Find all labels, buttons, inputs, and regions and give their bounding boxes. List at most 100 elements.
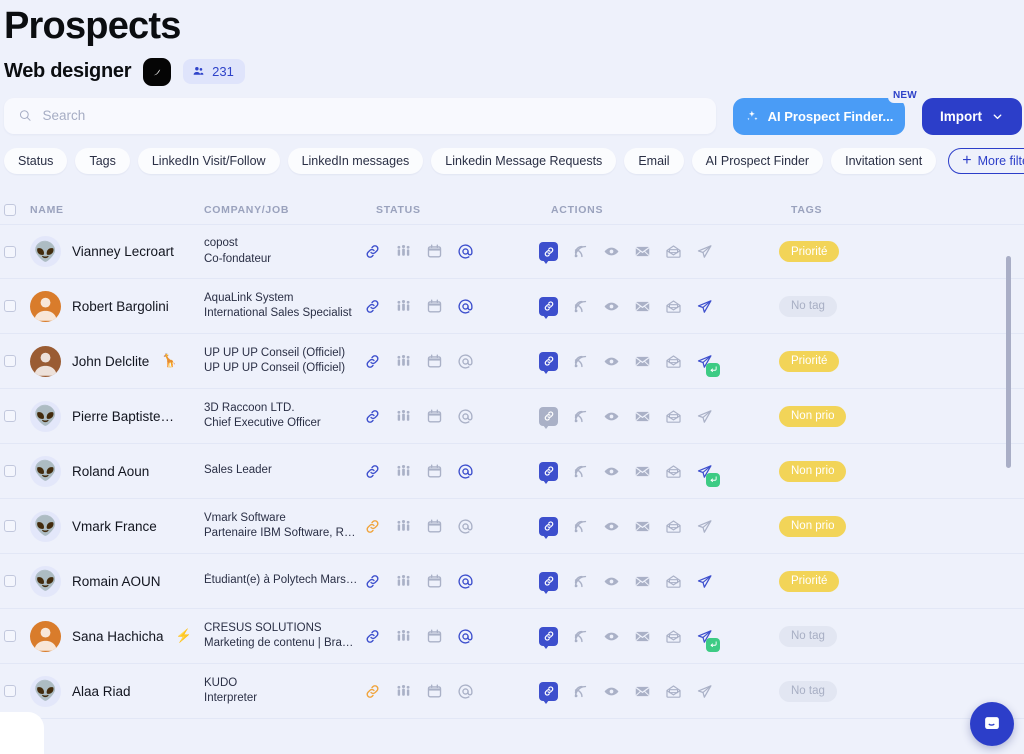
calendar-icon[interactable] bbox=[426, 298, 443, 315]
row-select-cell[interactable] bbox=[4, 520, 30, 532]
filter-pill-tags[interactable]: Tags bbox=[75, 147, 130, 174]
tag-badge[interactable]: Priorité bbox=[779, 570, 840, 592]
tag-badge[interactable]: Priorité bbox=[779, 350, 840, 372]
linkedin-link-badge-icon[interactable] bbox=[539, 461, 558, 484]
filter-pill-ai-prospect-finder[interactable]: AI Prospect Finder bbox=[691, 147, 824, 174]
at-icon[interactable] bbox=[457, 463, 474, 480]
prospect-name-cell[interactable]: John Delclite 🦒 bbox=[30, 345, 204, 377]
tag-badge[interactable]: Non prio bbox=[779, 405, 847, 427]
linkedin-link-badge-icon[interactable] bbox=[539, 626, 558, 649]
filter-pill-linkedin-message-requests[interactable]: Linkedin Message Requests bbox=[431, 147, 617, 174]
rss-icon[interactable] bbox=[572, 518, 589, 535]
linkedin-link-badge-icon[interactable] bbox=[539, 571, 558, 594]
linkedin-link-badge-icon[interactable] bbox=[539, 242, 558, 264]
send-message-action[interactable] bbox=[696, 298, 713, 315]
people-icon[interactable] bbox=[395, 243, 412, 260]
calendar-icon[interactable] bbox=[426, 408, 443, 425]
prospect-name-cell[interactable]: 👽 Vianney Lecroart bbox=[30, 236, 204, 267]
mail-closed-icon[interactable] bbox=[634, 463, 651, 480]
at-icon[interactable] bbox=[457, 353, 474, 370]
rss-icon[interactable] bbox=[572, 243, 589, 260]
link-icon[interactable] bbox=[364, 518, 381, 535]
eye-icon[interactable] bbox=[603, 463, 620, 480]
table-row[interactable]: 👽 Roland Aoun Sales Leader Non prio bbox=[0, 444, 1024, 499]
ai-prospect-finder-button[interactable]: AI Prospect Finder... bbox=[733, 97, 905, 135]
prospect-name-cell[interactable]: 👽 Vmark France bbox=[30, 510, 204, 542]
calendar-icon[interactable] bbox=[426, 683, 443, 700]
link-icon[interactable] bbox=[364, 573, 381, 590]
mail-open-icon[interactable] bbox=[665, 463, 682, 480]
rss-icon[interactable] bbox=[572, 628, 589, 645]
linkedin-link-badge-icon[interactable] bbox=[539, 406, 558, 429]
paper-plane-icon[interactable] bbox=[696, 298, 713, 315]
rss-icon[interactable] bbox=[572, 573, 589, 590]
table-row[interactable]: 👽 Romain AOUN Étudiant(e) à Polytech Mars…… bbox=[0, 554, 1024, 609]
eye-icon[interactable] bbox=[603, 243, 620, 260]
tags-cell[interactable]: Priorité bbox=[779, 350, 1024, 372]
tags-cell[interactable]: Priorité bbox=[779, 570, 1024, 592]
linkedin-link-badge-icon[interactable] bbox=[539, 681, 558, 704]
table-row[interactable]: Sana Hachicha ⚡ CRESUS SOLUTIONS Marketing … bbox=[0, 609, 1024, 664]
tag-badge[interactable]: No tag bbox=[779, 295, 837, 317]
at-icon[interactable] bbox=[457, 628, 474, 645]
table-row[interactable]: 👽 Vmark France Vmark Software Partenaire IB… bbox=[0, 499, 1024, 554]
row-checkbox[interactable] bbox=[4, 245, 16, 258]
mail-open-icon[interactable] bbox=[665, 298, 682, 315]
row-select-cell[interactable] bbox=[4, 575, 30, 587]
tag-badge[interactable]: Non prio bbox=[779, 515, 847, 537]
people-icon[interactable] bbox=[395, 573, 412, 590]
filter-pill-email[interactable]: Email bbox=[624, 147, 684, 174]
at-icon[interactable] bbox=[457, 683, 474, 700]
tags-cell[interactable]: Non prio bbox=[779, 460, 1024, 482]
send-message-action[interactable] bbox=[696, 518, 713, 535]
row-checkbox[interactable] bbox=[4, 300, 16, 312]
paper-plane-icon[interactable] bbox=[696, 408, 713, 425]
row-select-cell[interactable] bbox=[4, 410, 30, 422]
import-button[interactable]: Import bbox=[922, 97, 1022, 135]
prospect-name-cell[interactable]: 👽 Pierre Baptiste… bbox=[30, 400, 204, 432]
calendar-icon[interactable] bbox=[426, 243, 443, 260]
tags-cell[interactable]: No tag bbox=[779, 295, 1024, 317]
tags-cell[interactable]: Non prio bbox=[779, 405, 1024, 427]
table-row[interactable]: 👽 Vianney Lecroart copost Co-fondateur Prior… bbox=[0, 224, 1024, 279]
row-select-cell[interactable] bbox=[4, 685, 30, 697]
select-all-cell[interactable] bbox=[4, 204, 30, 216]
calendar-icon[interactable] bbox=[426, 628, 443, 645]
at-icon[interactable] bbox=[457, 298, 474, 315]
calendar-icon[interactable] bbox=[426, 353, 443, 370]
filter-pill-linkedin-messages[interactable]: LinkedIn messages bbox=[287, 147, 424, 174]
rss-icon[interactable] bbox=[572, 463, 589, 480]
table-row[interactable]: 👽 Alaa Riad KUDO Interpreter No tag bbox=[0, 664, 1024, 719]
mail-open-icon[interactable] bbox=[665, 353, 682, 370]
people-icon[interactable] bbox=[395, 683, 412, 700]
prospect-name-cell[interactable]: Sana Hachicha ⚡ bbox=[30, 620, 204, 652]
people-icon[interactable] bbox=[395, 408, 412, 425]
row-select-cell[interactable] bbox=[4, 355, 30, 367]
people-icon[interactable] bbox=[395, 353, 412, 370]
row-checkbox[interactable] bbox=[4, 410, 16, 422]
table-scrollbar-thumb[interactable] bbox=[1006, 256, 1011, 468]
chat-support-button[interactable] bbox=[970, 702, 1014, 746]
mail-open-icon[interactable] bbox=[665, 518, 682, 535]
at-icon[interactable] bbox=[457, 573, 474, 590]
people-icon[interactable] bbox=[395, 463, 412, 480]
table-row[interactable]: Robert Bargolini AquaLink System Internati… bbox=[0, 279, 1024, 334]
filter-pill-status[interactable]: Status bbox=[4, 147, 68, 174]
tag-badge[interactable]: Non prio bbox=[779, 460, 847, 482]
row-select-cell[interactable] bbox=[4, 300, 30, 312]
send-message-action[interactable] bbox=[696, 683, 713, 700]
row-select-cell[interactable] bbox=[4, 465, 30, 477]
row-checkbox[interactable] bbox=[4, 575, 16, 587]
rss-icon[interactable] bbox=[572, 298, 589, 315]
tag-badge[interactable]: No tag bbox=[779, 625, 837, 647]
link-icon[interactable] bbox=[364, 463, 381, 480]
people-icon[interactable] bbox=[395, 518, 412, 535]
tags-cell[interactable]: Non prio bbox=[779, 515, 1024, 537]
eye-icon[interactable] bbox=[603, 408, 620, 425]
mail-open-icon[interactable] bbox=[665, 408, 682, 425]
eye-icon[interactable] bbox=[603, 628, 620, 645]
link-icon[interactable] bbox=[364, 243, 381, 260]
people-icon[interactable] bbox=[395, 298, 412, 315]
mail-open-icon[interactable] bbox=[665, 628, 682, 645]
mail-open-icon[interactable] bbox=[665, 683, 682, 700]
